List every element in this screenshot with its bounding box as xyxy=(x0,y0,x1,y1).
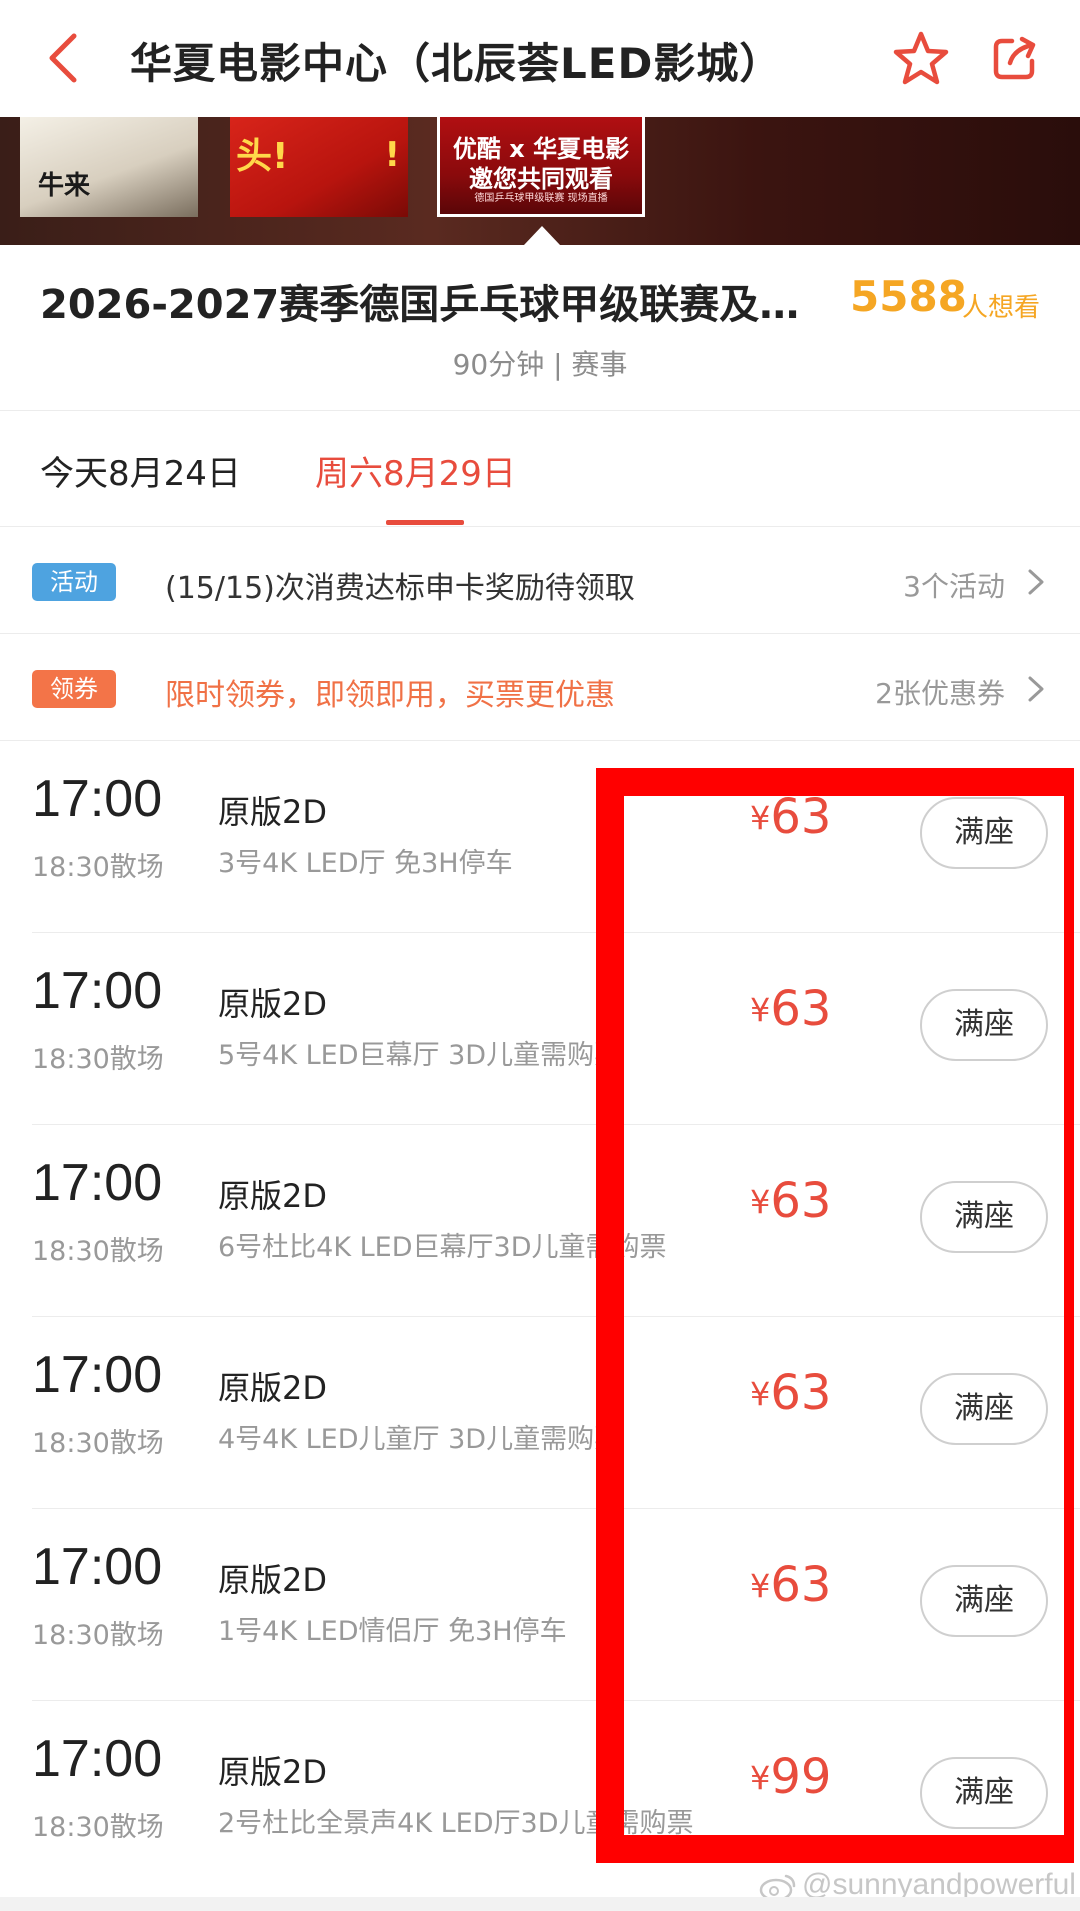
activity-row[interactable]: 活动 (15/15)次消费达标申卡奖励待领取 3个活动 xyxy=(0,527,1080,633)
format-label: 原版2D xyxy=(218,1177,328,1215)
start-time: 17:00 xyxy=(32,962,163,1020)
bottom-bar xyxy=(0,1897,1080,1911)
hall-info: 3号4K LED厅 免3H停车 xyxy=(218,848,513,879)
end-time: 18:30散场 xyxy=(32,1812,164,1843)
sold-out-button[interactable]: 满座 xyxy=(920,1181,1048,1253)
poster-thumbnail[interactable]: 头! ! xyxy=(230,117,408,217)
end-time: 18:30散场 xyxy=(32,1044,164,1075)
price: ¥63 xyxy=(750,981,831,1037)
coupon-row[interactable]: 领券 限时领券，即领即用，买票更优惠 2张优惠券 xyxy=(0,634,1080,740)
favorite-star-icon[interactable] xyxy=(892,30,950,88)
currency-symbol: ¥ xyxy=(750,1759,771,1797)
sold-out-button[interactable]: 满座 xyxy=(920,1757,1048,1829)
hall-info: 1号4K LED情侣厅 免3H停车 xyxy=(218,1616,567,1647)
movie-title: 2026-2027赛季德国乒乓球甲级联赛及… xyxy=(40,282,800,328)
coupon-badge: 领券 xyxy=(32,670,116,708)
currency-symbol: ¥ xyxy=(750,1567,771,1605)
hall-info: 4号4K LED儿童厅 3D儿童需购票 xyxy=(218,1424,622,1455)
showtime-row[interactable]: 17:00 18:30散场 原版2D 5号4K LED巨幕厅 3D儿童需购票 ¥… xyxy=(32,933,1080,1125)
active-tab-indicator xyxy=(386,520,464,525)
back-arrow-icon[interactable] xyxy=(40,28,90,88)
activity-badge: 活动 xyxy=(32,563,116,601)
start-time: 17:00 xyxy=(32,1154,163,1212)
hall-info: 5号4K LED巨幕厅 3D儿童需购票 xyxy=(218,1040,622,1071)
price: ¥63 xyxy=(750,1173,831,1229)
sold-out-button[interactable]: 满座 xyxy=(920,989,1048,1061)
sold-out-button[interactable]: 满座 xyxy=(920,1565,1048,1637)
currency-symbol: ¥ xyxy=(750,799,771,837)
price-amount: 63 xyxy=(770,1173,832,1229)
price-amount: 63 xyxy=(770,981,832,1037)
showtime-row[interactable]: 17:00 18:30散场 原版2D 4号4K LED儿童厅 3D儿童需购票 ¥… xyxy=(32,1317,1080,1509)
divider xyxy=(0,410,1080,411)
poster-thumbnail[interactable]: 牛来 xyxy=(20,117,198,217)
showtime-row[interactable]: 17:00 18:30散场 原版2D 3号4K LED厅 免3H停车 ¥63 满… xyxy=(32,741,1080,933)
showtime-row[interactable]: 17:00 18:30散场 原版2D 1号4K LED情侣厅 免3H停车 ¥63… xyxy=(32,1509,1080,1701)
sold-out-button[interactable]: 满座 xyxy=(920,1373,1048,1445)
movie-meta: 90分钟 | 赛事 xyxy=(452,348,628,381)
tab-date-today[interactable]: 今天8月24日 xyxy=(40,446,241,495)
poster-thumbnail-selected[interactable]: 优酷 x 华夏电影 邀您共同观看 德国乒乓球甲级联赛 现场直播 xyxy=(437,117,645,217)
chevron-right-icon xyxy=(1028,569,1044,595)
hall-info: 6号杜比4K LED巨幕厅3D儿童需购票 xyxy=(218,1232,667,1263)
end-time: 18:30散场 xyxy=(32,852,164,883)
price-amount: 63 xyxy=(770,789,832,845)
format-label: 原版2D xyxy=(218,1369,328,1407)
price: ¥63 xyxy=(750,1365,831,1421)
price-amount: 63 xyxy=(770,1365,832,1421)
currency-symbol: ¥ xyxy=(750,1375,771,1413)
start-time: 17:00 xyxy=(32,1346,163,1404)
coupon-count: 2张优惠券 xyxy=(875,677,1005,710)
activity-text: (15/15)次消费达标申卡奖励待领取 xyxy=(165,571,635,606)
currency-symbol: ¥ xyxy=(750,991,771,1029)
price-amount: 99 xyxy=(770,1749,832,1805)
format-label: 原版2D xyxy=(218,985,328,1023)
coupon-text: 限时领券，即领即用，买票更优惠 xyxy=(165,678,615,713)
share-icon[interactable] xyxy=(990,33,1040,83)
hall-info: 2号杜比全景声4K LED厅3D儿童需购票 xyxy=(218,1808,694,1839)
showtime-row[interactable]: 17:00 18:30散场 原版2D 2号杜比全景声4K LED厅3D儿童需购票… xyxy=(32,1701,1080,1893)
start-time: 17:00 xyxy=(32,770,163,828)
showtime-row[interactable]: 17:00 18:30散场 原版2D 6号杜比4K LED巨幕厅3D儿童需购票 … xyxy=(32,1125,1080,1317)
tab-date-saturday[interactable]: 周六8月29日 xyxy=(315,446,516,495)
format-label: 原版2D xyxy=(218,793,328,831)
price: ¥99 xyxy=(750,1749,831,1805)
sold-out-button[interactable]: 满座 xyxy=(920,797,1048,869)
end-time: 18:30散场 xyxy=(32,1428,164,1459)
want-label: 人想看 xyxy=(962,293,1041,323)
end-time: 18:30散场 xyxy=(32,1236,164,1267)
start-time: 17:00 xyxy=(32,1538,163,1596)
start-time: 17:00 xyxy=(32,1730,163,1788)
activity-count: 3个活动 xyxy=(903,570,1005,603)
format-label: 原版2D xyxy=(218,1753,328,1791)
format-label: 原版2D xyxy=(218,1561,328,1599)
want-count: 5588 xyxy=(850,272,967,321)
app-header: 华夏电影中心（北辰荟LED影城） xyxy=(0,0,1080,117)
price-amount: 63 xyxy=(770,1557,832,1613)
selected-poster-pointer xyxy=(524,226,560,245)
cinema-title: 华夏电影中心（北辰荟LED影城） xyxy=(130,39,783,88)
chevron-right-icon xyxy=(1028,676,1044,702)
end-time: 18:30散场 xyxy=(32,1620,164,1651)
price: ¥63 xyxy=(750,1557,831,1613)
price: ¥63 xyxy=(750,789,831,845)
currency-symbol: ¥ xyxy=(750,1183,771,1221)
